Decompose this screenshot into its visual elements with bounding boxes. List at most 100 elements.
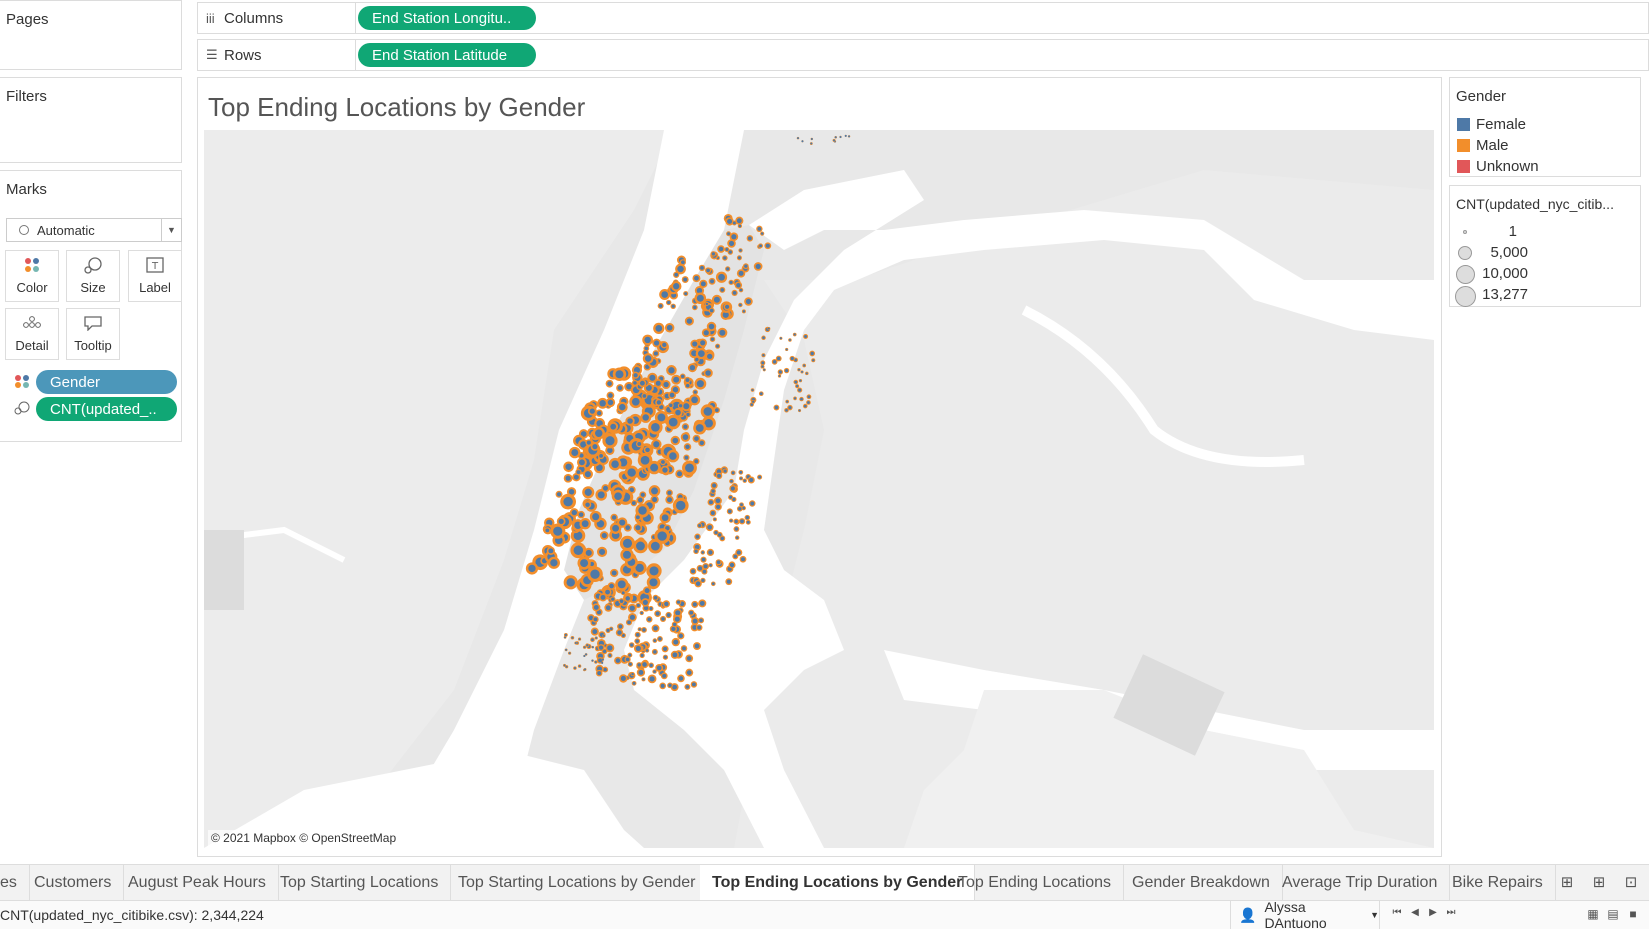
station-mark[interactable]: [693, 642, 701, 651]
station-mark[interactable]: [648, 485, 661, 497]
user-menu[interactable]: 👤 Alyssa DAntuono ▼: [1230, 899, 1380, 929]
station-mark[interactable]: [668, 391, 677, 400]
station-mark[interactable]: [639, 610, 644, 616]
station-mark[interactable]: [677, 674, 685, 683]
station-mark[interactable]: [753, 262, 763, 271]
station-mark[interactable]: [793, 379, 799, 385]
station-mark[interactable]: [683, 443, 692, 451]
station-mark[interactable]: [609, 522, 622, 534]
station-mark[interactable]: [722, 255, 728, 261]
station-mark[interactable]: [623, 594, 632, 603]
station-mark[interactable]: [659, 512, 671, 524]
station-mark[interactable]: [764, 242, 772, 250]
station-mark[interactable]: [809, 350, 816, 357]
station-mark[interactable]: [725, 266, 731, 272]
station-marks[interactable]: [204, 130, 1434, 848]
station-mark[interactable]: [610, 513, 618, 522]
station-mark[interactable]: [738, 248, 743, 253]
new-worksheet-icon[interactable]: ⊞: [1556, 873, 1578, 893]
station-mark[interactable]: [810, 137, 814, 141]
station-mark[interactable]: [652, 338, 661, 348]
station-mark[interactable]: [767, 326, 771, 331]
station-mark[interactable]: [587, 406, 597, 416]
station-mark[interactable]: [577, 556, 591, 570]
station-mark[interactable]: [802, 403, 808, 409]
station-mark[interactable]: [703, 368, 713, 378]
station-mark[interactable]: [729, 518, 734, 523]
station-mark[interactable]: [737, 223, 743, 229]
station-mark[interactable]: [653, 379, 663, 388]
station-mark[interactable]: [715, 343, 721, 349]
station-mark[interactable]: [592, 616, 599, 623]
station-mark[interactable]: [673, 407, 683, 418]
station-mark[interactable]: [642, 353, 654, 364]
station-mark[interactable]: [610, 596, 616, 602]
station-mark[interactable]: [799, 396, 804, 402]
station-mark[interactable]: [733, 526, 740, 532]
station-mark[interactable]: [700, 404, 716, 419]
station-mark[interactable]: [805, 371, 809, 376]
station-mark[interactable]: [698, 264, 706, 272]
station-mark[interactable]: [705, 523, 714, 532]
station-mark[interactable]: [797, 387, 803, 393]
station-mark[interactable]: [729, 478, 734, 484]
station-mark[interactable]: [652, 350, 660, 357]
station-mark[interactable]: [634, 514, 642, 521]
station-mark[interactable]: [573, 666, 577, 670]
station-mark[interactable]: [811, 358, 816, 363]
station-mark[interactable]: [616, 401, 628, 413]
station-mark[interactable]: [546, 546, 555, 555]
station-mark[interactable]: [560, 493, 576, 510]
station-mark[interactable]: [633, 644, 643, 653]
station-mark[interactable]: [594, 660, 598, 664]
station-mark[interactable]: [744, 514, 751, 521]
station-mark[interactable]: [691, 600, 699, 608]
station-mark[interactable]: [641, 392, 648, 400]
station-mark[interactable]: [680, 645, 688, 652]
station-mark[interactable]: [590, 627, 599, 636]
station-mark[interactable]: [779, 336, 783, 340]
station-mark[interactable]: [617, 623, 624, 630]
station-mark[interactable]: [639, 652, 645, 659]
station-mark[interactable]: [715, 271, 728, 283]
station-mark[interactable]: [650, 495, 659, 504]
station-mark[interactable]: [596, 546, 608, 557]
station-mark[interactable]: [673, 271, 680, 278]
station-mark[interactable]: [847, 135, 851, 138]
station-mark[interactable]: [582, 469, 593, 480]
station-mark[interactable]: [692, 457, 700, 465]
station-mark[interactable]: [700, 556, 707, 563]
station-mark[interactable]: [648, 420, 663, 435]
station-mark[interactable]: [591, 659, 594, 662]
station-mark[interactable]: [729, 484, 737, 492]
station-mark[interactable]: [785, 399, 790, 404]
station-mark[interactable]: [761, 335, 766, 341]
station-mark[interactable]: [795, 384, 800, 389]
station-mark[interactable]: [668, 402, 674, 409]
station-mark[interactable]: [615, 577, 629, 591]
station-mark[interactable]: [750, 388, 755, 392]
station-mark[interactable]: [629, 395, 643, 409]
station-mark[interactable]: [681, 276, 689, 283]
station-mark[interactable]: [730, 470, 736, 476]
station-mark[interactable]: [603, 588, 612, 597]
station-mark[interactable]: [685, 654, 694, 663]
station-mark[interactable]: [800, 370, 804, 374]
station-mark[interactable]: [706, 548, 715, 557]
station-mark[interactable]: [636, 668, 646, 677]
station-mark[interactable]: [662, 654, 669, 660]
station-mark[interactable]: [641, 598, 650, 607]
station-mark[interactable]: [694, 579, 702, 588]
station-mark[interactable]: [675, 469, 684, 479]
tab-average-trip-duration[interactable]: Average Trip Duration: [1270, 865, 1451, 900]
station-mark[interactable]: [647, 674, 657, 684]
station-mark[interactable]: [725, 578, 733, 586]
station-mark[interactable]: [628, 642, 635, 648]
station-mark[interactable]: [747, 476, 755, 484]
legend-item-female[interactable]: Female: [1457, 116, 1526, 133]
station-mark[interactable]: [757, 474, 763, 480]
station-mark[interactable]: [599, 531, 609, 540]
station-mark[interactable]: [785, 347, 789, 352]
station-mark[interactable]: [673, 614, 682, 624]
station-mark[interactable]: [660, 465, 670, 475]
